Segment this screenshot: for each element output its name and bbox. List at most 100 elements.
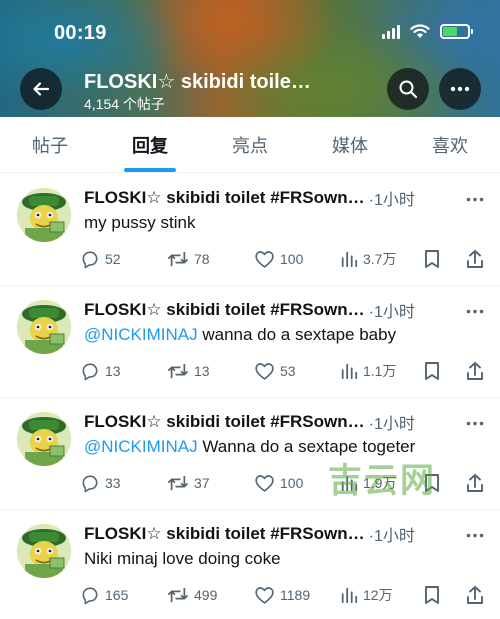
views-button[interactable]: 3.7万 bbox=[340, 249, 424, 269]
views-icon bbox=[341, 251, 358, 268]
post-author[interactable]: FLOSKI☆ skibidi toilet #FRSown… bbox=[84, 300, 365, 320]
reply-count: 13 bbox=[105, 363, 121, 379]
reply-count: 52 bbox=[105, 251, 121, 267]
reply-icon bbox=[82, 587, 98, 605]
tab-replies[interactable]: 回复 bbox=[100, 117, 200, 172]
watermark: 吉云网 bbox=[328, 462, 436, 500]
repost-button[interactable]: 499 bbox=[167, 585, 254, 605]
post-actions: 52 78 100 3.7万 bbox=[80, 247, 486, 271]
reply-icon bbox=[82, 363, 98, 381]
share-button[interactable] bbox=[466, 361, 484, 381]
like-count: 100 bbox=[280, 475, 304, 491]
tab-likes[interactable]: 喜欢 bbox=[400, 117, 500, 172]
reply-icon bbox=[82, 475, 98, 493]
repost-button[interactable]: 78 bbox=[167, 249, 254, 269]
share-icon bbox=[467, 586, 483, 604]
like-icon bbox=[255, 251, 274, 268]
post-header: FLOSKI☆ skibidi toilet #FRSown… ·1小时 bbox=[84, 298, 484, 322]
more-icon bbox=[466, 421, 484, 426]
post-author[interactable]: FLOSKI☆ skibidi toilet #FRSown… bbox=[84, 524, 365, 544]
share-icon bbox=[467, 250, 483, 268]
status-time: 00:19 bbox=[54, 22, 107, 44]
avatar-image bbox=[17, 412, 71, 466]
post-more-button[interactable] bbox=[466, 522, 484, 543]
reply-count: 165 bbox=[105, 587, 129, 603]
post-header: FLOSKI☆ skibidi toilet #FRSown… ·1小时 bbox=[84, 522, 484, 546]
reply-button[interactable]: 52 bbox=[80, 249, 167, 269]
post-time: ·1小时 bbox=[368, 528, 415, 545]
reply-button[interactable]: 13 bbox=[80, 361, 167, 381]
post-more-button[interactable] bbox=[466, 410, 484, 431]
wifi-icon bbox=[410, 24, 430, 38]
post-body: wanna do a sextape baby bbox=[197, 325, 397, 344]
post-author[interactable]: FLOSKI☆ skibidi toilet #FRSown… bbox=[84, 188, 365, 208]
repost-button[interactable]: 13 bbox=[167, 361, 254, 381]
post-more-button[interactable] bbox=[466, 186, 484, 207]
post-more-button[interactable] bbox=[466, 298, 484, 319]
post-header: FLOSKI☆ skibidi toilet #FRSown… ·1小时 bbox=[84, 410, 484, 434]
post-item[interactable]: FLOSKI☆ skibidi toilet #FRSown… ·1小时 my … bbox=[0, 174, 500, 286]
repost-count: 37 bbox=[194, 475, 210, 491]
search-button[interactable] bbox=[387, 68, 429, 110]
post-item[interactable]: FLOSKI☆ skibidi toilet #FRSown… ·1小时 Nik… bbox=[0, 510, 500, 619]
profile-header: 00:19 FLOSKI☆ skibidi toile… 4,154 个帖子 bbox=[0, 0, 500, 117]
repost-icon bbox=[168, 475, 188, 491]
repost-icon bbox=[168, 363, 188, 379]
post-item[interactable]: FLOSKI☆ skibidi toilet #FRSown… ·1小时 @NI… bbox=[0, 286, 500, 398]
more-icon bbox=[466, 533, 484, 538]
share-icon bbox=[467, 362, 483, 380]
share-button[interactable] bbox=[466, 473, 484, 493]
share-button[interactable] bbox=[466, 249, 484, 269]
post-actions: 13 13 53 1.1万 bbox=[80, 359, 486, 383]
post-text: my pussy stink bbox=[84, 213, 195, 233]
bookmark-button[interactable] bbox=[424, 585, 466, 605]
post-author[interactable]: FLOSKI☆ skibidi toilet #FRSown… bbox=[84, 412, 365, 432]
share-icon bbox=[467, 474, 483, 492]
search-icon bbox=[399, 80, 418, 99]
more-icon bbox=[466, 197, 484, 202]
tab-label: 回复 bbox=[132, 135, 168, 156]
views-button[interactable]: 12万 bbox=[340, 585, 424, 605]
tab-label: 媒体 bbox=[332, 135, 368, 156]
tab-media[interactable]: 媒体 bbox=[300, 117, 400, 172]
views-icon bbox=[341, 363, 358, 380]
post-text: Niki minaj love doing coke bbox=[84, 549, 281, 569]
post-time: ·1小时 bbox=[368, 192, 415, 209]
bookmark-button[interactable] bbox=[424, 361, 466, 381]
post-actions: 165 499 1189 12万 bbox=[80, 583, 486, 607]
repost-button[interactable]: 37 bbox=[167, 473, 254, 493]
tab-highlights[interactable]: 亮点 bbox=[200, 117, 300, 172]
reply-button[interactable]: 165 bbox=[80, 585, 167, 605]
share-button[interactable] bbox=[466, 585, 484, 605]
status-icons bbox=[382, 24, 473, 39]
signal-icon bbox=[382, 24, 400, 39]
battery-icon bbox=[440, 24, 473, 39]
repost-icon bbox=[168, 251, 188, 267]
reply-icon bbox=[82, 251, 98, 269]
title-block: FLOSKI☆ skibidi toile… 4,154 个帖子 bbox=[84, 70, 311, 113]
bookmark-icon bbox=[425, 362, 439, 380]
reply-button[interactable]: 33 bbox=[80, 473, 167, 493]
views-button[interactable]: 1.1万 bbox=[340, 361, 424, 381]
profile-tabs: 帖子 回复 亮点 媒体 喜欢 bbox=[0, 117, 500, 173]
like-icon bbox=[255, 475, 274, 492]
post-time: ·1小时 bbox=[368, 304, 415, 321]
more-options-button[interactable] bbox=[439, 68, 481, 110]
like-button[interactable]: 53 bbox=[254, 361, 340, 381]
post-mention[interactable]: @NICKIMINAJ bbox=[84, 325, 198, 344]
avatar[interactable] bbox=[17, 524, 71, 578]
like-button[interactable]: 1189 bbox=[254, 585, 340, 605]
back-button[interactable] bbox=[20, 68, 62, 110]
like-icon bbox=[255, 587, 274, 604]
back-arrow-icon bbox=[33, 82, 50, 96]
page-title: FLOSKI☆ skibidi toile… bbox=[84, 71, 311, 93]
avatar[interactable] bbox=[17, 300, 71, 354]
post-mention[interactable]: @NICKIMINAJ bbox=[84, 437, 198, 456]
avatar[interactable] bbox=[17, 412, 71, 466]
like-button[interactable]: 100 bbox=[254, 249, 340, 269]
bookmark-button[interactable] bbox=[424, 249, 466, 269]
like-count: 1189 bbox=[280, 587, 311, 603]
views-icon bbox=[341, 587, 358, 604]
avatar[interactable] bbox=[17, 188, 71, 242]
tab-posts[interactable]: 帖子 bbox=[0, 117, 100, 172]
